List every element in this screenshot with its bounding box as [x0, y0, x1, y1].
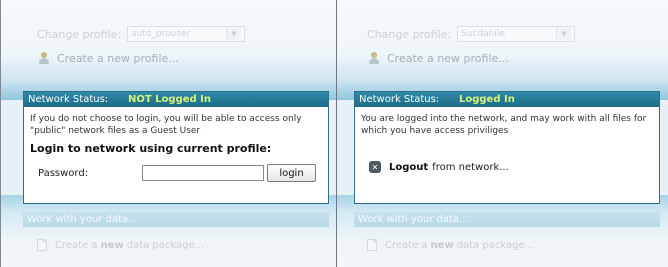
create-package-prefix: Create a	[385, 239, 428, 251]
create-package-prefix: Create a	[55, 239, 98, 251]
network-status-label: Network Status:	[359, 94, 440, 105]
password-label: Password:	[38, 167, 89, 179]
right-panel-logged-in: Change profile: Sucdanile ▼ Create a new…	[336, 0, 668, 267]
work-with-data-header: Work with your data...	[23, 212, 329, 227]
network-status-value: NOT Logged In	[128, 94, 211, 105]
chevron-down-icon: ▼	[226, 28, 242, 40]
password-input[interactable]	[142, 165, 264, 181]
change-profile-row: Change profile: Sucdanile ▼	[367, 26, 576, 42]
login-heading: Login to network using current profile:	[30, 142, 272, 155]
network-status-box: Network Status: Logged In You are logged…	[354, 91, 660, 204]
network-status-header: Network Status: Logged In	[355, 92, 659, 107]
create-package-suffix: data package...	[126, 239, 205, 251]
create-package-new: new	[100, 239, 124, 251]
chevron-down-icon: ▼	[556, 28, 572, 40]
change-profile-label: Change profile:	[37, 27, 122, 41]
password-row: Password: login	[24, 164, 328, 182]
logout-link[interactable]: ✕ Logout from network...	[355, 161, 659, 173]
create-profile-link[interactable]: Create a new profile...	[367, 51, 509, 65]
network-status-value: Logged In	[459, 94, 515, 105]
logout-label: Logout	[389, 161, 429, 173]
user-icon	[37, 51, 51, 65]
create-profile-label: Create a new profile...	[387, 51, 509, 65]
left-panel-not-logged-in: Change profile: auto_prouser ▼ Create a …	[0, 0, 336, 267]
status-description: You are logged into the network, and may…	[361, 114, 647, 136]
profile-select-value: Sucdanile	[461, 29, 505, 39]
profile-select-value: auto_prouser	[131, 29, 191, 39]
panel-background-top	[337, 0, 668, 100]
create-package-new: new	[430, 239, 454, 251]
work-with-data-header: Work with your data...	[354, 212, 660, 227]
profile-select[interactable]: Sucdanile ▼	[457, 26, 576, 42]
login-button[interactable]: login	[267, 164, 316, 182]
create-data-package-link[interactable]: Create a new data package...	[37, 239, 204, 251]
document-icon	[37, 239, 47, 251]
network-status-box: Network Status: NOT Logged In If you do …	[23, 91, 329, 204]
logout-x-icon: ✕	[369, 161, 381, 173]
profile-select[interactable]: auto_prouser ▼	[127, 26, 246, 42]
create-profile-link[interactable]: Create a new profile...	[37, 51, 179, 65]
panel-background-bottom	[1, 195, 336, 267]
network-status-label: Network Status:	[28, 94, 109, 105]
create-data-package-link[interactable]: Create a new data package...	[367, 239, 534, 251]
create-package-suffix: data package...	[456, 239, 535, 251]
change-profile-label: Change profile:	[367, 27, 452, 41]
status-description: If you do not choose to login, you will …	[30, 114, 302, 136]
screenshot-root: Change profile: auto_prouser ▼ Create a …	[0, 0, 668, 267]
user-icon	[367, 51, 381, 65]
logout-rest-label: from network...	[432, 161, 509, 173]
panel-background-top	[1, 0, 336, 100]
change-profile-row: Change profile: auto_prouser ▼	[37, 26, 246, 42]
panel-background-bottom	[337, 195, 668, 267]
document-icon	[367, 239, 377, 251]
network-status-header: Network Status: NOT Logged In	[24, 92, 328, 107]
create-profile-label: Create a new profile...	[57, 51, 179, 65]
